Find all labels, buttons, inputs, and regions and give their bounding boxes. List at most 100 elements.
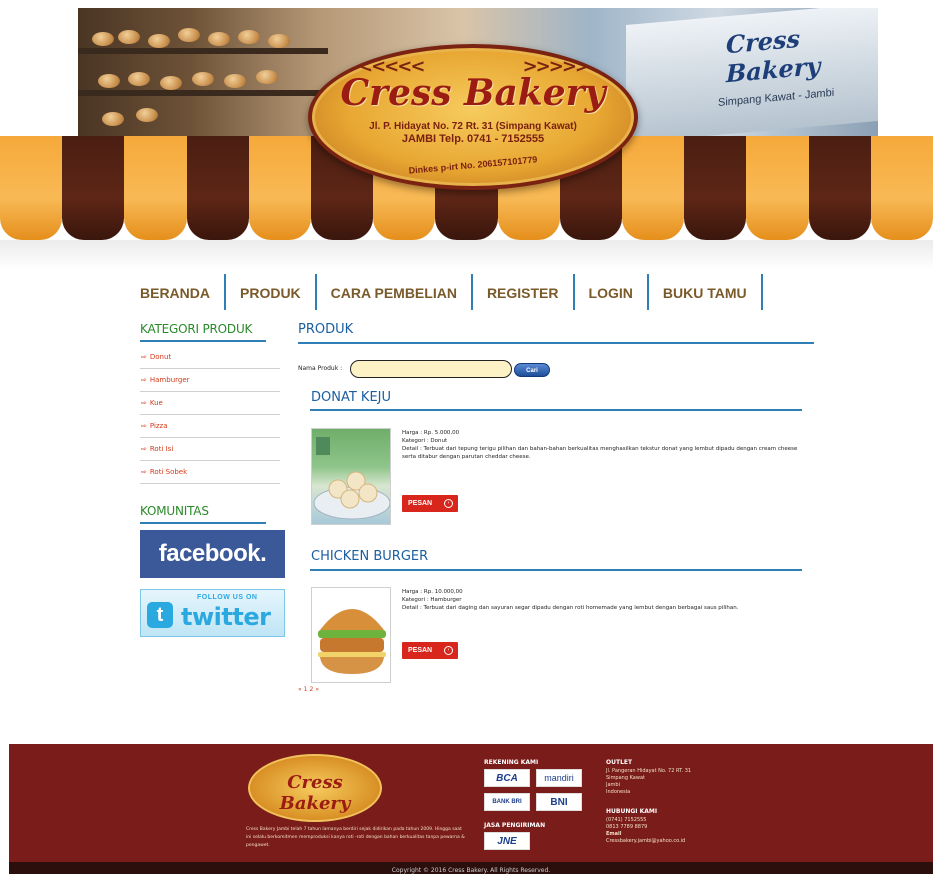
order-button[interactable]: PESAN › (402, 495, 458, 512)
pagination-prev[interactable]: « (298, 686, 302, 693)
contact-info: (0741) 7152555 0813 7789 8879 Email Cres… (606, 817, 685, 845)
category-item-hamburger[interactable]: ⇨ Hamburger (140, 369, 280, 392)
category-label: Roti Isi (149, 445, 174, 453)
category-label: Kue (149, 399, 163, 407)
outlet-address: Jl. Pangeran Hidayat No. 72 RT. 31 Simpa… (606, 768, 691, 796)
pagination: «1 2» (298, 686, 321, 693)
product-info-donat-keju: Harga : Rp. 5.000,00 Kategori : Donut De… (402, 429, 802, 461)
nav-item-register[interactable]: REGISTER (473, 274, 575, 310)
product-title[interactable]: CHICKEN BURGER (311, 549, 428, 564)
outlet-line: Jambi (606, 782, 620, 788)
bread-bun (224, 74, 246, 88)
category-item-pizza[interactable]: ⇨ Pizza (140, 415, 280, 438)
contact-line: Email (606, 831, 622, 837)
outlet-title: OUTLET (606, 759, 633, 766)
nav-item-cara-pembelian[interactable]: CARA PEMBELIAN (317, 274, 473, 310)
nav-item-produk[interactable]: PRODUK (226, 274, 317, 310)
bank-bri-logo: BANK BRI (484, 793, 530, 811)
logo-phone-line: JAMBI Telp. 0741 - 7152555 (401, 133, 545, 145)
nav-item-buku-tamu[interactable]: BUKU TAMU (649, 274, 763, 310)
footer-logo-name: Cress Bakery (279, 772, 351, 814)
product-price: Harga : Rp. 5.000,00 (402, 430, 460, 436)
product-title[interactable]: DONAT KEJU (311, 390, 391, 405)
category-label: Roti Sobek (149, 468, 188, 476)
page-title: PRODUK (298, 322, 354, 337)
contact-line: 0813 7789 8879 (606, 824, 648, 830)
bread-bun (118, 30, 140, 44)
search-button[interactable]: Cari (514, 363, 550, 377)
footer (9, 744, 933, 862)
twitter-follow-text: FOLLOW US ON (197, 594, 258, 601)
product-title-rule (310, 569, 802, 571)
category-title: KATEGORI PRODUK (140, 322, 253, 336)
arrow-icon: ⇨ (141, 468, 147, 476)
footer-logo[interactable]: Cress Bakery (248, 754, 382, 822)
bank-bni-logo: BNI (536, 793, 582, 811)
product-image-chicken-burger[interactable] (311, 587, 391, 683)
store-sign-text: Cress Bakery (726, 23, 821, 89)
product-title-rule (310, 409, 802, 411)
category-label: Hamburger (149, 376, 190, 384)
product-image-donat-keju[interactable] (311, 428, 391, 525)
contact-line: (0741) 7152555 (606, 817, 647, 823)
site-logo[interactable]: <<<<< >>>>> Cress Bakery Jl. P. Hidayat … (308, 44, 638, 190)
facebook-link[interactable]: facebook. (140, 530, 285, 578)
category-title-rule (140, 340, 266, 342)
category-item-roti-sobek[interactable]: ⇨ Roti Sobek (140, 461, 280, 484)
pagination-page[interactable]: 1 (304, 686, 308, 693)
bakery-shelf (78, 90, 328, 96)
courier-jne-logo: JNE (484, 832, 530, 850)
bread-bun (178, 28, 200, 42)
store-sign: Cress Bakery Simpang Kawat - Jambi (626, 8, 878, 140)
category-item-roti-isi[interactable]: ⇨ Roti Isi (140, 438, 280, 461)
outlet-line: Jl. Pangeran Hidayat No. 72 RT. 31 (606, 768, 692, 774)
search-label: Nama Produk : (298, 365, 343, 372)
arrow-right-icon: › (444, 499, 453, 508)
category-label: Pizza (149, 422, 168, 430)
search-input[interactable] (350, 360, 512, 378)
category-item-kue[interactable]: ⇨ Kue (140, 392, 280, 415)
awning-stripe (870, 136, 933, 240)
twitter-label: twitter (181, 603, 271, 631)
arrow-icon: ⇨ (141, 399, 147, 407)
order-button-label: PESAN (408, 647, 433, 654)
bakery-shelf (78, 48, 328, 54)
category-item-donut[interactable]: ⇨ Donut (140, 346, 280, 369)
bank-bca-logo: BCA (484, 769, 530, 787)
donut-plate-image (313, 437, 390, 520)
bread-bun (160, 76, 182, 90)
awning-stripe (62, 136, 125, 240)
twitter-link[interactable]: t FOLLOW US ON twitter (140, 589, 285, 637)
product-category: Kategori : Hamburger (402, 597, 462, 603)
nav-item-login[interactable]: LOGIN (575, 274, 649, 310)
burger-image (318, 609, 386, 674)
order-button[interactable]: PESAN › (402, 642, 458, 659)
arrow-icon: ⇨ (141, 422, 147, 430)
awning-stripe (808, 136, 871, 240)
pagination-next[interactable]: » (315, 686, 319, 693)
outlet-line: Simpang Kawat (606, 775, 645, 781)
awning-stripe (0, 136, 63, 240)
logo-address: Jl. P. Hidayat No. 72 Rt. 31 (Simpang Ka… (312, 120, 634, 146)
bread-bun (238, 30, 260, 44)
arrow-right-icon: › (444, 646, 453, 655)
category-list: ⇨ Donut ⇨ Hamburger ⇨ Kue ⇨ Pizza ⇨ Roti Isi … (140, 346, 280, 484)
arrow-icon: ⇨ (141, 353, 147, 361)
bread-bun (256, 70, 278, 84)
nav-item-beranda[interactable]: BERANDA (138, 274, 226, 310)
bread-bun (268, 34, 290, 48)
order-button-label: PESAN (408, 500, 433, 507)
product-category: Kategori : Donut (402, 438, 448, 444)
page-root: Cress Bakery Simpang Kawat - Jambi <<<<<… (0, 0, 933, 874)
bread-bun (148, 34, 170, 48)
logo-address-line: Jl. P. Hidayat No. 72 Rt. 31 (Simpang Ka… (369, 121, 577, 132)
bread-bun (208, 32, 230, 46)
awning-stripe (186, 136, 249, 240)
jasa-title: JASA PENGIRIMAN (484, 822, 546, 829)
pagination-page[interactable]: 2 (310, 686, 314, 693)
logo-name: Cress Bakery (340, 72, 606, 114)
contact-title: HUBUNGI KAMI (606, 808, 658, 815)
category-label: Donut (149, 353, 172, 361)
contact-email-link[interactable]: Cressbakery.jambi@yahoo.co.id (606, 838, 685, 845)
twitter-logo-icon: t (147, 602, 173, 628)
